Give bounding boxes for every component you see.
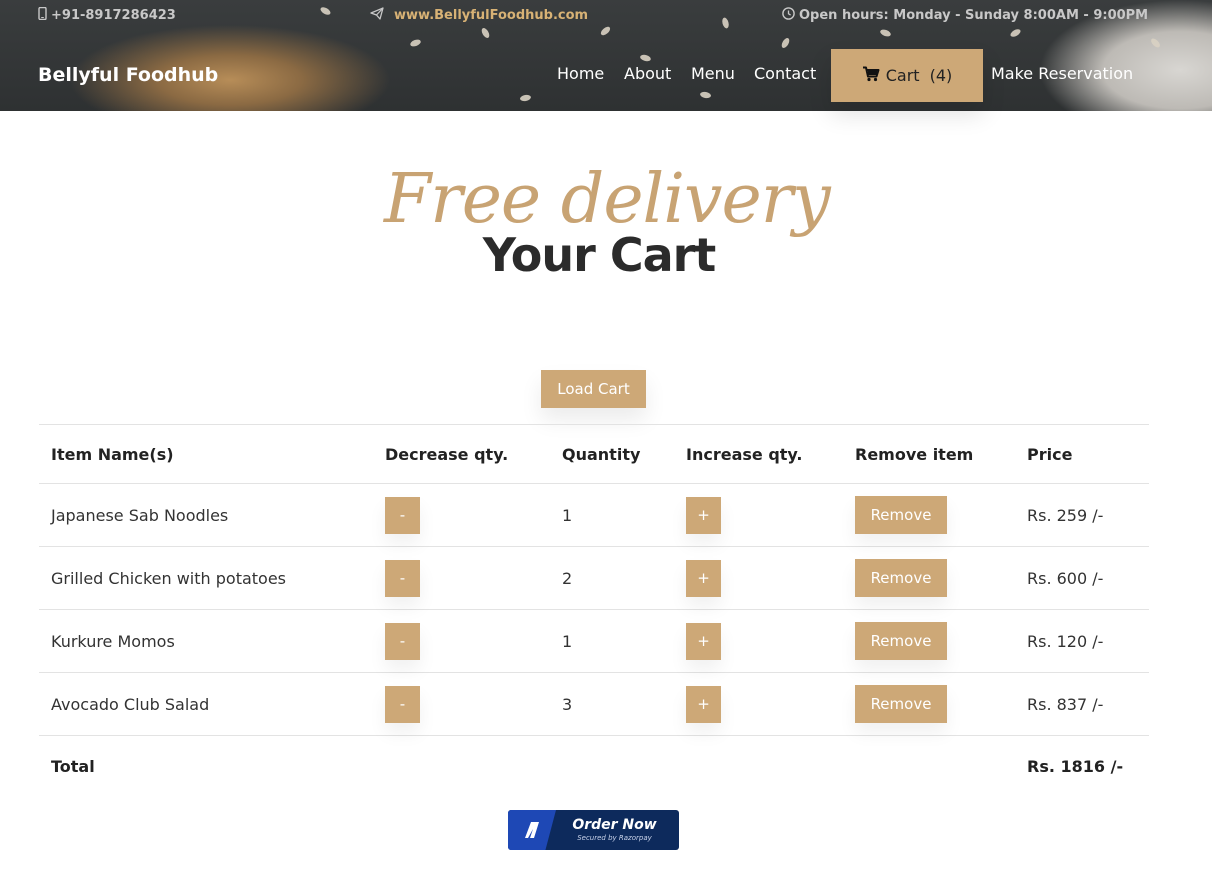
total-row: Total Rs. 1816 /-: [39, 736, 1149, 796]
item-name: Kurkure Momos: [51, 631, 175, 651]
nav-contact[interactable]: Contact: [754, 64, 816, 83]
page-title: Your Cart: [482, 228, 717, 282]
decrease-qty-button[interactable]: -: [385, 559, 420, 597]
phone-info: +91-8917286423: [38, 6, 176, 24]
item-name: Grilled Chicken with potatoes: [51, 568, 287, 588]
hours-info: Open hours: Monday - Sunday 8:00AM - 9:0…: [782, 7, 1148, 24]
item-name: Japanese Sab Noodles: [51, 505, 229, 525]
item-name: Avocado Club Salad: [51, 694, 210, 714]
top-info-bar: +91-8917286423 www.BellyfulFoodhub.com O…: [0, 6, 1212, 25]
increase-qty-button[interactable]: +: [686, 622, 721, 660]
item-quantity: 3: [562, 694, 573, 714]
cart-label: Cart: [885, 66, 920, 85]
website-link[interactable]: www.BellyfulFoodhub.com: [394, 8, 588, 23]
seed-decoration: [599, 25, 612, 37]
header-increase-qty: Increase qty.: [686, 444, 803, 464]
table-row: Avocado Club Salad - 3 + Remove Rs. 837 …: [39, 673, 1149, 736]
seed-decoration: [519, 94, 532, 102]
secured-by-text: Secured by Razorpay: [577, 834, 652, 842]
site-header: +91-8917286423 www.BellyfulFoodhub.com O…: [0, 0, 1212, 111]
increase-qty-button[interactable]: +: [686, 496, 721, 534]
seed-decoration: [409, 38, 422, 48]
website-info: www.BellyfulFoodhub.com: [370, 7, 588, 24]
cart-button[interactable]: Cart (4): [831, 49, 983, 102]
header-item-name: Item Name(s): [51, 444, 174, 464]
decrease-qty-button[interactable]: -: [385, 685, 420, 723]
nav-about[interactable]: About: [624, 64, 671, 83]
decrease-qty-button[interactable]: -: [385, 622, 420, 660]
cart-table: Item Name(s) Decrease qty. Quantity Incr…: [39, 424, 1149, 796]
seed-decoration: [480, 26, 491, 40]
razorpay-logo-icon: [508, 810, 556, 850]
load-cart-button[interactable]: Load Cart: [541, 370, 646, 408]
total-label: Total: [51, 756, 95, 776]
seed-decoration: [780, 36, 791, 50]
table-header-row: Item Name(s) Decrease qty. Quantity Incr…: [39, 425, 1149, 484]
header-remove-item: Remove item: [855, 444, 974, 464]
remove-item-button[interactable]: Remove: [855, 496, 947, 534]
seed-decoration: [1149, 36, 1162, 50]
send-icon: [370, 7, 384, 24]
cart-icon: [862, 66, 880, 86]
item-price: Rs. 259 /-: [1027, 505, 1104, 525]
decrease-qty-button[interactable]: -: [385, 496, 420, 534]
phone-number[interactable]: +91-8917286423: [51, 8, 176, 23]
seed-decoration: [1009, 27, 1022, 39]
cart-count: (4): [929, 66, 953, 85]
item-quantity: 1: [562, 505, 573, 525]
table-row: Kurkure Momos - 1 + Remove Rs. 120 /-: [39, 610, 1149, 673]
increase-qty-button[interactable]: +: [686, 559, 721, 597]
order-now-button[interactable]: Order Now Secured by Razorpay: [508, 810, 679, 850]
item-price: Rs. 837 /-: [1027, 694, 1104, 714]
item-price: Rs. 120 /-: [1027, 631, 1104, 651]
header-decrease-qty: Decrease qty.: [385, 444, 509, 464]
table-row: Grilled Chicken with potatoes - 2 + Remo…: [39, 547, 1149, 610]
seed-decoration: [699, 91, 712, 99]
total-value: Rs. 1816 /-: [1027, 756, 1124, 776]
seed-decoration: [639, 53, 652, 63]
remove-item-button[interactable]: Remove: [855, 559, 947, 597]
remove-item-button[interactable]: Remove: [855, 622, 947, 660]
header-price: Price: [1027, 444, 1073, 464]
main-nav: Home About Menu Contact Make Reservation: [0, 64, 1212, 86]
nav-home[interactable]: Home: [557, 64, 604, 83]
header-quantity: Quantity: [562, 444, 641, 464]
seed-decoration: [879, 28, 892, 38]
item-quantity: 1: [562, 631, 573, 651]
clock-icon: [782, 7, 795, 24]
phone-icon: [38, 6, 47, 24]
hours-text: Open hours: Monday - Sunday 8:00AM - 9:0…: [799, 8, 1149, 23]
nav-make-reservation[interactable]: Make Reservation: [991, 64, 1133, 83]
increase-qty-button[interactable]: +: [686, 685, 721, 723]
table-row: Japanese Sab Noodles - 1 + Remove Rs. 25…: [39, 484, 1149, 547]
item-quantity: 2: [562, 568, 573, 588]
item-price: Rs. 600 /-: [1027, 568, 1104, 588]
nav-menu[interactable]: Menu: [691, 64, 735, 83]
remove-item-button[interactable]: Remove: [855, 685, 947, 723]
order-now-label: Order Now: [572, 817, 657, 833]
